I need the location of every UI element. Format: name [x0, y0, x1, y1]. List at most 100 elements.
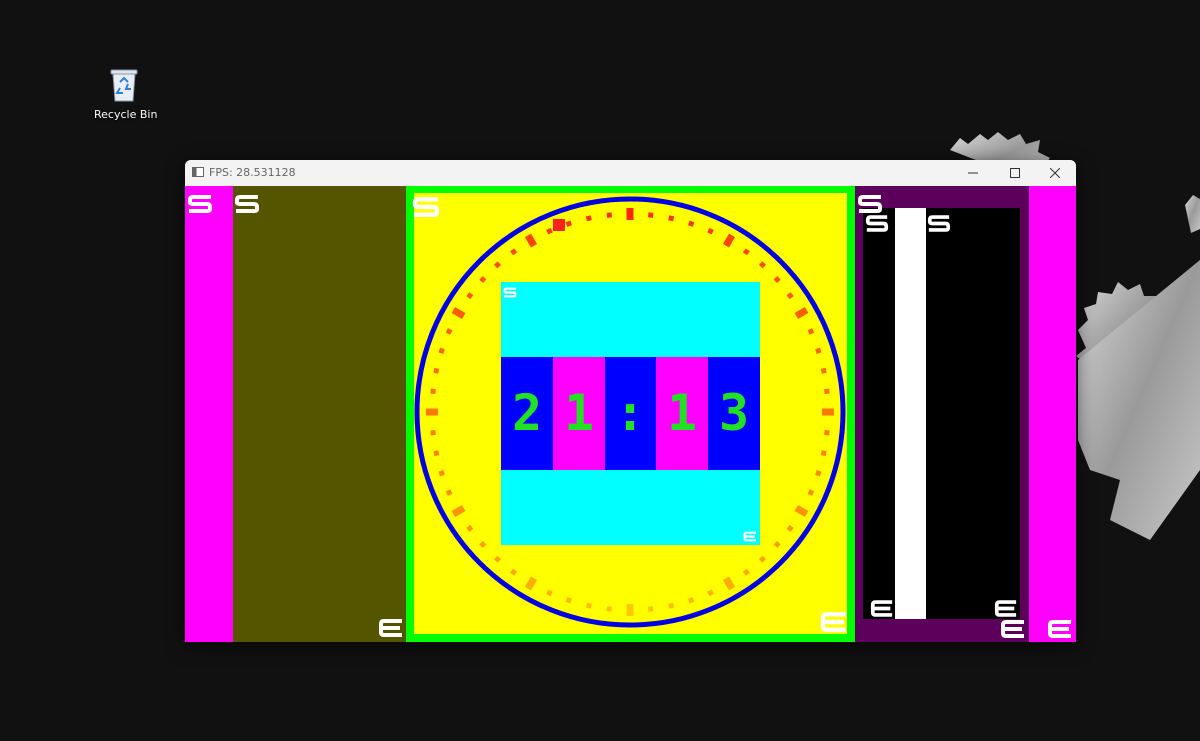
- minute-tick: [606, 606, 613, 612]
- minute-tick: [820, 367, 827, 374]
- minute-tick: [824, 388, 830, 395]
- minute-tick: [815, 470, 822, 477]
- minute-tick: [585, 215, 592, 222]
- hour-tick: [426, 408, 438, 416]
- minute-tick: [445, 489, 453, 496]
- minute-tick: [668, 602, 675, 609]
- black-inner-panel: [863, 208, 1020, 619]
- end-marker-icon: [1048, 620, 1071, 638]
- minute-tick: [546, 589, 553, 597]
- minimize-icon: [968, 172, 978, 174]
- close-icon: [1050, 168, 1060, 178]
- minute-tick: [786, 524, 794, 532]
- minute-tick: [565, 597, 572, 604]
- minute-tick: [546, 227, 553, 235]
- start-marker-icon: [412, 197, 440, 217]
- minute-ones-digit: 3: [718, 384, 750, 442]
- minute-tens-digit: 1: [666, 384, 698, 442]
- app-window: FPS: 28.531128 2 1 : 1 3: [185, 160, 1076, 642]
- minute-tick: [430, 429, 436, 436]
- end-marker-icon: [994, 600, 1017, 617]
- minute-tick: [565, 220, 572, 227]
- white-bar: [895, 208, 926, 619]
- second-hand-marker: [553, 219, 565, 231]
- hour-tick: [722, 233, 736, 248]
- olive-panel: [233, 186, 406, 642]
- app-icon: [192, 167, 204, 177]
- hour-tick: [451, 306, 466, 320]
- hour-tick: [722, 576, 736, 591]
- minute-tick: [430, 388, 436, 395]
- start-marker-icon: [927, 215, 951, 232]
- minute-tick: [707, 589, 714, 597]
- start-marker-icon: [188, 195, 212, 213]
- render-surface: 2 1 : 1 3: [185, 186, 1076, 642]
- recycle-bin-label: Recycle Bin: [94, 108, 158, 121]
- minute-tick: [438, 470, 445, 477]
- start-marker-icon: [503, 287, 517, 298]
- window-title: FPS: 28.531128: [209, 166, 296, 179]
- minute-tick: [820, 450, 827, 457]
- minute-tick: [433, 450, 440, 457]
- minute-tick: [786, 292, 794, 300]
- minimize-button[interactable]: [952, 160, 994, 186]
- minute-tick: [585, 602, 592, 609]
- hour-tick: [451, 504, 466, 518]
- minute-tick: [742, 568, 750, 576]
- title-bar[interactable]: FPS: 28.531128: [185, 160, 1076, 186]
- minute-tick: [647, 212, 654, 218]
- recycle-bin-icon: [108, 66, 140, 102]
- start-marker-icon: [858, 195, 882, 213]
- minute-tick: [742, 248, 750, 256]
- minute-tick: [493, 555, 502, 563]
- minute-tick: [445, 328, 453, 335]
- digit-row: 2 1 : 1 3: [501, 357, 760, 470]
- start-marker-icon: [865, 215, 889, 232]
- minute-tick: [688, 220, 695, 227]
- minute-tick: [438, 347, 445, 354]
- hour-tick: [794, 306, 809, 320]
- minute-tick: [493, 261, 502, 269]
- hour-tick: [822, 408, 834, 416]
- minute-tick: [479, 275, 487, 284]
- minute-tick: [510, 568, 518, 576]
- minute-tick: [466, 292, 474, 300]
- minute-tick: [668, 215, 675, 222]
- minute-tick: [758, 261, 767, 269]
- minute-tick: [815, 347, 822, 354]
- minute-tick: [606, 212, 613, 218]
- end-marker-icon: [870, 600, 893, 617]
- hour-tick: [524, 576, 538, 591]
- minute-tick: [707, 227, 714, 235]
- colon-separator: :: [614, 384, 646, 442]
- end-marker-icon: [379, 619, 402, 637]
- minute-tick: [807, 489, 815, 496]
- hour-tick: [524, 233, 538, 248]
- end-marker-icon: [743, 531, 756, 542]
- minute-tick: [510, 248, 518, 256]
- minute-tick: [647, 606, 654, 612]
- minute-tick: [479, 540, 487, 549]
- minute-tick: [758, 555, 767, 563]
- minute-tick: [773, 275, 781, 284]
- minute-tick: [824, 429, 830, 436]
- right-magenta-panel: [1029, 186, 1076, 642]
- maximize-icon: [1010, 168, 1020, 178]
- minute-tick: [466, 524, 474, 532]
- hour-tick: [626, 208, 634, 220]
- start-marker-icon: [235, 195, 259, 213]
- minute-tick: [773, 540, 781, 549]
- maximize-button[interactable]: [994, 160, 1036, 186]
- minute-tick: [688, 597, 695, 604]
- close-button[interactable]: [1034, 160, 1076, 186]
- minute-tick: [807, 328, 815, 335]
- hour-ones-digit: 1: [563, 384, 595, 442]
- hour-tick: [626, 604, 634, 616]
- recycle-bin-shortcut[interactable]: Recycle Bin: [94, 66, 158, 121]
- hour-tens-digit: 2: [511, 384, 543, 442]
- minute-tick: [433, 367, 440, 374]
- end-marker-icon: [1001, 620, 1024, 638]
- left-magenta-panel: [185, 186, 233, 642]
- end-marker-icon: [820, 612, 847, 632]
- hour-tick: [794, 504, 809, 518]
